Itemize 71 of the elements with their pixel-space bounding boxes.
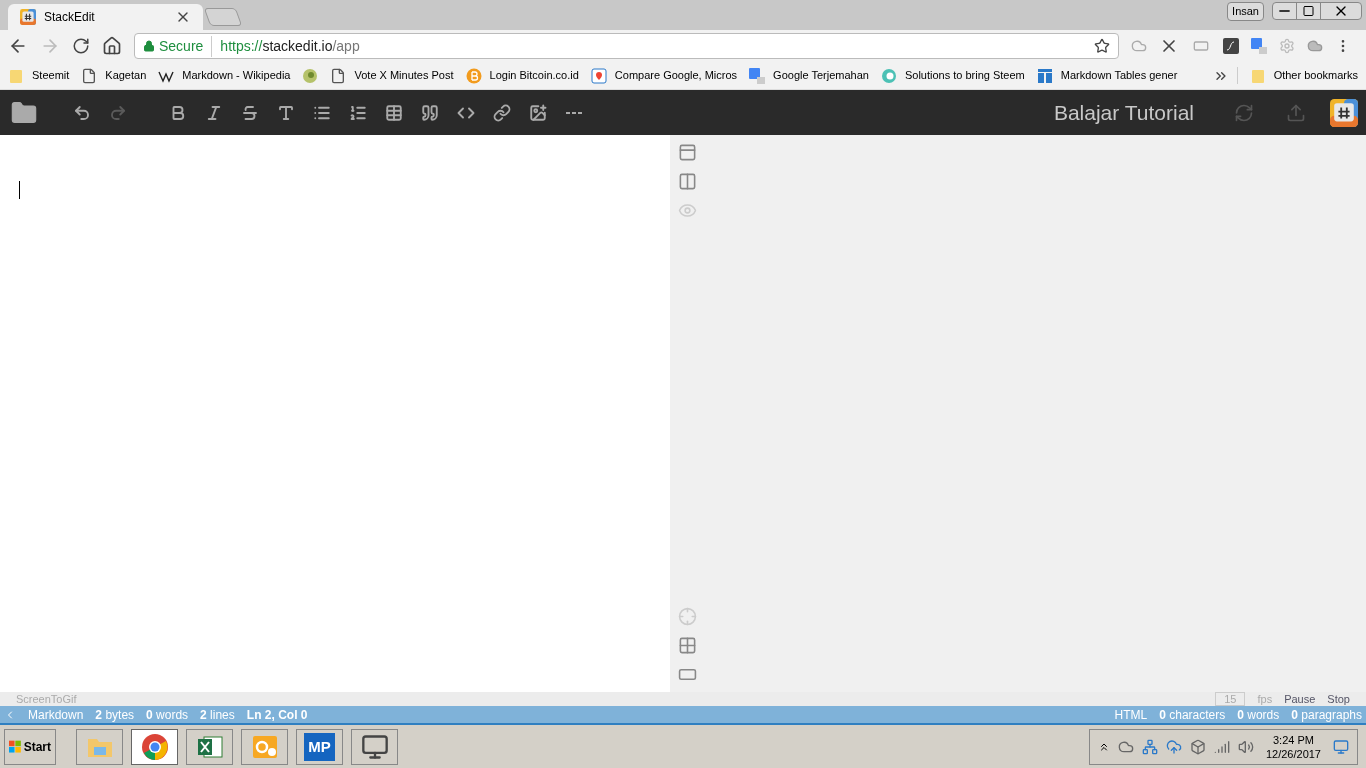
speaker-icon[interactable]: [1237, 738, 1254, 755]
status-item: 2 bytes: [95, 706, 135, 724]
folder-icon: [1249, 67, 1266, 84]
bookmark-link[interactable]: Vote X Minutes Post: [354, 67, 454, 84]
bookmark-link[interactable]: Markdown Tables gener: [1060, 67, 1178, 84]
pause-button[interactable]: Pause: [1284, 690, 1316, 708]
status-item: Ln 2, Col 0: [246, 706, 308, 724]
app-label: MP: [304, 732, 335, 761]
status-item: 0 characters: [1159, 706, 1226, 724]
text-cursor: [19, 181, 20, 199]
status-item: HTML: [1114, 706, 1148, 724]
clock-time: 3:24 PM: [1273, 732, 1314, 747]
bookmark-link[interactable]: Solutions to bring Steem: [904, 67, 1025, 84]
table-icon: [1036, 67, 1053, 84]
map-pin-icon: [590, 67, 607, 84]
bookmark-star-icon[interactable]: [1094, 38, 1110, 54]
reload-icon[interactable]: [72, 37, 90, 55]
bookmark-link[interactable]: Steemit: [32, 67, 70, 84]
security-label: Secure: [159, 35, 213, 57]
recorder-title: ScreenToGif: [16, 691, 78, 707]
url-text: https://stackedit.io/app: [219, 36, 361, 56]
grid-icon[interactable]: [678, 636, 697, 655]
chat-icon: [880, 67, 897, 84]
show-desktop-icon[interactable]: [1333, 738, 1349, 755]
taskbar-app-button[interactable]: [241, 728, 288, 765]
clock-date: 12/26/2017: [1265, 746, 1321, 761]
coin-icon: [465, 67, 482, 84]
status-item: 2 lines: [200, 706, 235, 724]
translate-icon: [1251, 38, 1267, 54]
folder-icon: [8, 67, 24, 84]
browser-tab[interactable]: StackEdit: [8, 4, 203, 30]
side-preview-icon[interactable]: [678, 172, 697, 191]
profile-button[interactable]: Insan: [1227, 2, 1264, 21]
navbar-toggle-icon[interactable]: [678, 143, 697, 162]
start-button[interactable]: Start: [4, 728, 56, 765]
page-icon: [330, 67, 347, 84]
bookmark-link[interactable]: Other bookmarks: [1273, 67, 1358, 84]
translate-icon: [749, 67, 766, 84]
status-item: Markdown: [28, 706, 84, 724]
taskbar-app-button[interactable]: [186, 728, 233, 765]
bookmark-link[interactable]: Login Bitcoin.co.id: [489, 67, 579, 84]
lock-icon: [143, 40, 155, 52]
bookmark-link[interactable]: Google Terjemahan: [773, 67, 869, 84]
bookmark-link[interactable]: Compare Google, Micros: [614, 67, 738, 84]
bookmark-link[interactable]: Kagetan: [105, 67, 147, 84]
flash-icon[interactable]: [1223, 38, 1239, 54]
status-item: 0 words: [146, 706, 189, 724]
status-item: 0 words: [1237, 706, 1280, 724]
box-icon[interactable]: [1189, 738, 1206, 755]
cloud-extension-icon[interactable]: [1307, 38, 1323, 54]
taskbar-app-button[interactable]: MP: [296, 728, 343, 765]
bookmark-link[interactable]: Markdown - Wikipedia: [182, 67, 291, 84]
fps-label: fps: [1257, 691, 1273, 707]
taskbar-app-button[interactable]: [131, 728, 178, 765]
cloud-upload-icon[interactable]: [1165, 738, 1182, 755]
status-item: 0 paragraphs: [1291, 706, 1362, 724]
taskbar-app-button[interactable]: [351, 728, 398, 765]
app-logo-icon: [1330, 98, 1358, 127]
document-title[interactable]: Balajar Tutorial: [1053, 96, 1194, 129]
windows-logo-icon: [9, 738, 22, 755]
app-logo-icon: [20, 9, 36, 25]
tab-title: StackEdit: [44, 9, 96, 26]
stop-button[interactable]: Stop: [1327, 690, 1350, 708]
signal-icon[interactable]: [1213, 738, 1230, 755]
address-bar[interactable]: Secure https://stackedit.io/app: [134, 33, 1119, 59]
chrome-icon: [140, 732, 169, 761]
bird-icon: [302, 67, 319, 84]
page-icon: [81, 67, 98, 84]
network-icon[interactable]: [1141, 738, 1158, 755]
home-icon[interactable]: [102, 36, 122, 56]
monitor-icon: [360, 732, 389, 761]
